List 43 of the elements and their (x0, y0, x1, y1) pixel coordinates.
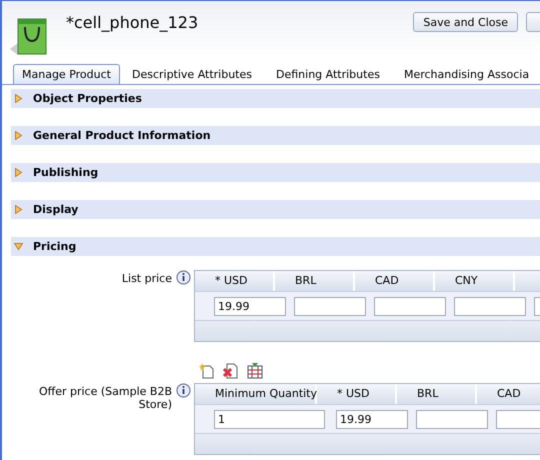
section-title: General Product Information (33, 129, 211, 142)
column-header: * USD (195, 271, 275, 291)
collapsed-triangle-icon[interactable] (14, 168, 23, 177)
section-title: Publishing (33, 166, 98, 179)
price-input[interactable] (416, 410, 488, 428)
price-input[interactable]: 19.99 (336, 410, 408, 428)
column-header: CAD (477, 384, 540, 404)
section-header[interactable]: General Product Information (11, 126, 540, 145)
tab[interactable]: Defining Attributes (264, 64, 392, 84)
collapsed-triangle-icon[interactable] (14, 205, 23, 214)
column-header: CNY (435, 271, 515, 291)
price-input[interactable] (294, 296, 366, 316)
column-header: CAD (355, 271, 435, 291)
section-title: Object Properties (33, 92, 142, 105)
page-title: *cell_phone_123 (66, 14, 198, 32)
info-icon[interactable] (176, 270, 191, 285)
tab[interactable]: Manage Product (13, 64, 120, 84)
section-header[interactable]: Object Properties (11, 89, 540, 108)
field-label: Offer price (Sample B2B Store) (38, 385, 172, 411)
price-input[interactable] (454, 296, 526, 316)
section-header[interactable]: Display (11, 200, 540, 219)
import-table-icon[interactable] (247, 363, 263, 379)
column-header: BRL (397, 384, 477, 404)
section-header[interactable]: Pricing (11, 237, 540, 256)
column-header: * USD (317, 384, 397, 404)
section-header[interactable]: Publishing (11, 163, 540, 182)
field-label: List price (120, 272, 172, 285)
collapsed-triangle-icon[interactable] (14, 131, 23, 140)
section-title: Pricing (33, 240, 76, 253)
collapsed-triangle-icon[interactable] (14, 94, 23, 103)
info-icon[interactable] (176, 383, 191, 398)
save-and-close-button[interactable]: Save and Close (413, 12, 518, 32)
column-header: Minimum Quantity (195, 384, 317, 404)
tab[interactable]: Merchandising Associa (392, 64, 540, 84)
tab[interactable]: Descriptive Attributes (120, 64, 264, 84)
price-input[interactable]: 1 (214, 410, 325, 428)
new-document-icon[interactable] (199, 363, 215, 379)
price-input[interactable]: 19.99 (214, 296, 286, 316)
delete-document-icon[interactable] (223, 363, 239, 379)
expanded-triangle-icon[interactable] (14, 242, 23, 251)
price-input[interactable] (374, 296, 446, 316)
column-header: BRL (275, 271, 355, 291)
section-title: Display (33, 203, 78, 216)
